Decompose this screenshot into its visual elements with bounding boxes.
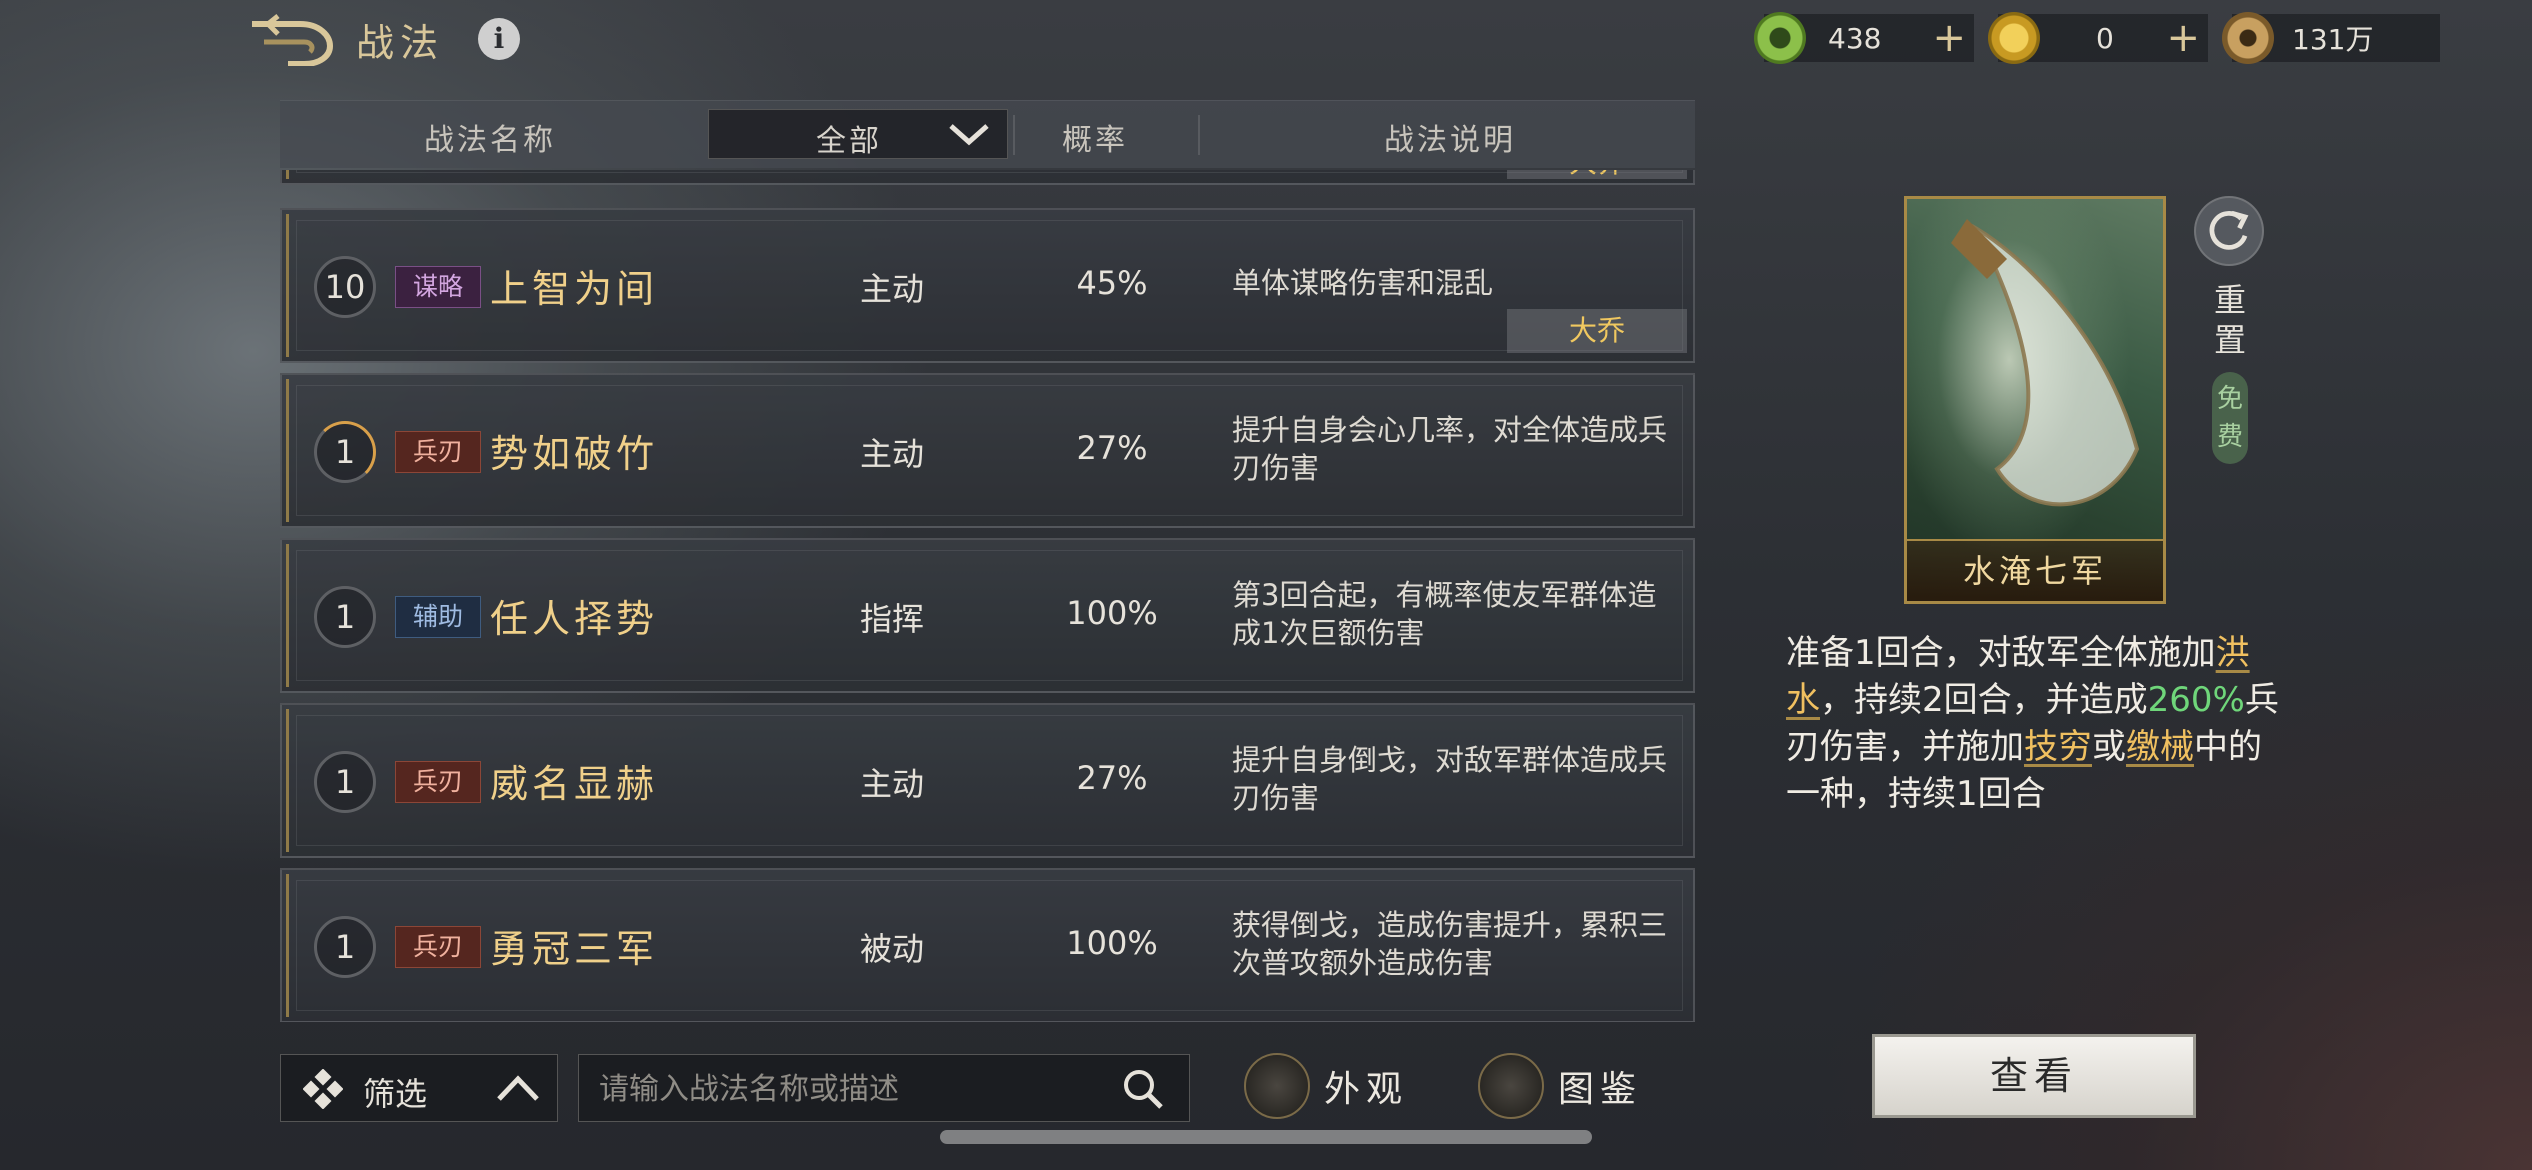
gold-coin-icon [1988,12,2040,64]
skill-detail-description: 准备1回合，对敌军全体施加洪水，持续2回合，并造成260%兵刃伤害，并施加技穷或… [1786,630,2286,818]
list-item-partial[interactable]: 大乔 [280,170,1695,185]
skill-name: 势如破竹 [490,432,659,476]
skill-rate: 27% [1076,429,1148,467]
skill-rate: 45% [1076,264,1148,302]
list-item[interactable]: 1 兵刃 威名显赫 主动 27% 提升自身倒戈，对敌军群体造成兵刃伤害 [280,703,1695,858]
codex-book-icon [1478,1053,1544,1119]
keyword-disarm[interactable]: 缴械 [2126,727,2194,767]
blade-illustration-icon [1951,219,2140,507]
codex-button[interactable]: 图鉴 [1478,1048,1642,1124]
back-arrow-icon[interactable] [248,14,334,66]
skill-rate: 100% [1066,924,1158,962]
type-badge: 兵刃 [395,761,481,803]
currency-value: 131万 [2292,23,2374,56]
type-badge: 兵刃 [395,431,481,473]
skill-level: 1 [314,751,376,813]
view-button[interactable]: 查看 [1872,1034,2196,1118]
skill-desc: 获得倒戈，造成伤害提升，累积三次普攻额外造成伤害 [1232,908,1668,980]
refresh-icon [2209,210,2249,250]
skill-desc: 提升自身会心几率，对全体造成兵刃伤害 [1232,413,1668,485]
skill-name: 任人择势 [490,597,659,641]
list-item[interactable]: 1 辅助 任人择势 指挥 100% 第3回合起，有概率使友军群体造成1次巨额伤害 [280,538,1695,693]
add-gold-button[interactable]: + [2166,16,2200,60]
skill-list[interactable]: 大乔 10 谋略 上智为间 主动 45% 单体谋略伤害和混乱 大乔 1 兵刃 势… [280,170,1695,1022]
desc-text: 准备1回合，对敌军全体施加 [1786,633,2216,673]
list-header: 战法名称 全部 概率 战法说明 [280,100,1695,168]
chevron-down-icon [949,124,989,146]
owner-tag: 大乔 [1507,309,1687,353]
appearance-button[interactable]: 外观 [1244,1048,1408,1124]
currency-gold: 0 + [1988,12,2208,64]
skill-level: 1 [314,916,376,978]
type-badge: 辅助 [395,596,481,638]
skill-name: 勇冠三军 [490,927,659,971]
chevron-up-icon [497,1075,539,1101]
reset-button[interactable] [2194,196,2264,266]
add-jade-button[interactable]: + [1932,16,1966,60]
jade-coin-icon [1754,12,1806,64]
search-box[interactable] [578,1054,1190,1122]
currency-value: 438 [1828,21,1882,55]
free-badge: 免费 [2212,372,2248,464]
skill-card[interactable]: 水淹七军 [1904,196,2166,604]
skill-category: 主动 [859,765,924,803]
search-input[interactable] [599,1065,1099,1113]
column-header-desc: 战法说明 [1384,123,1516,158]
home-indicator[interactable] [940,1130,1592,1144]
list-item[interactable]: 10 谋略 上智为间 主动 45% 单体谋略伤害和混乱 大乔 [280,208,1695,363]
pavilion-icon [1244,1053,1310,1119]
filter-diamond-icon [303,1069,343,1109]
card-name: 水淹七军 [1907,539,2163,601]
reset-label[interactable]: 重置 [2210,280,2250,360]
skill-level: 10 [314,256,376,318]
info-icon[interactable]: i [478,18,520,60]
filter-button[interactable]: 筛选 [280,1054,558,1122]
skill-desc: 提升自身倒戈，对敌军群体造成兵刃伤害 [1232,743,1668,815]
top-bar: 战法 i 438 + 0 + 131万 [0,0,2532,80]
skill-category: 被动 [859,930,924,968]
type-filter-value: 全部 [816,124,882,159]
page-title: 战法 [356,21,445,65]
currency-copper: 131万 [2222,12,2440,64]
skill-level: 1 [314,421,376,483]
skill-name: 上智为间 [490,267,659,311]
damage-rate: 260% [2147,680,2245,720]
skill-category: 主动 [859,270,924,308]
type-badge: 谋略 [395,266,481,308]
skill-name: 威名显赫 [490,762,659,806]
owner-tag: 大乔 [1507,170,1687,179]
keyword-exhaust[interactable]: 技穷 [2024,727,2092,767]
skill-category: 主动 [859,435,924,473]
skill-category: 指挥 [859,600,924,638]
column-header-name: 战法名称 [424,123,556,158]
search-icon[interactable] [1121,1067,1165,1111]
type-filter-dropdown[interactable]: 全部 [708,109,1008,159]
desc-text: 或 [2092,727,2126,767]
appearance-label: 外观 [1324,1069,1409,1110]
list-item[interactable]: 1 兵刃 勇冠三军 被动 100% 获得倒戈，造成伤害提升，累积三次普攻额外造成… [280,868,1695,1022]
currency-value: 0 [2096,21,2114,55]
skill-desc: 第3回合起，有概率使友军群体造成1次巨额伤害 [1232,578,1657,650]
copper-coin-icon [2222,12,2274,64]
column-header-rate: 概率 [1062,123,1128,158]
type-badge: 兵刃 [395,926,481,968]
skill-rate: 100% [1066,594,1158,632]
filter-label: 筛选 [363,1075,428,1113]
desc-text: ，持续2回合，并造成 [1820,680,2148,720]
currency-jade: 438 + [1754,12,1974,64]
list-item[interactable]: 1 兵刃 势如破竹 主动 27% 提升自身会心几率，对全体造成兵刃伤害 [280,373,1695,528]
skill-level: 1 [314,586,376,648]
codex-label: 图鉴 [1558,1069,1643,1110]
skill-rate: 27% [1076,759,1148,797]
skill-desc: 单体谋略伤害和混乱 [1232,266,1494,300]
